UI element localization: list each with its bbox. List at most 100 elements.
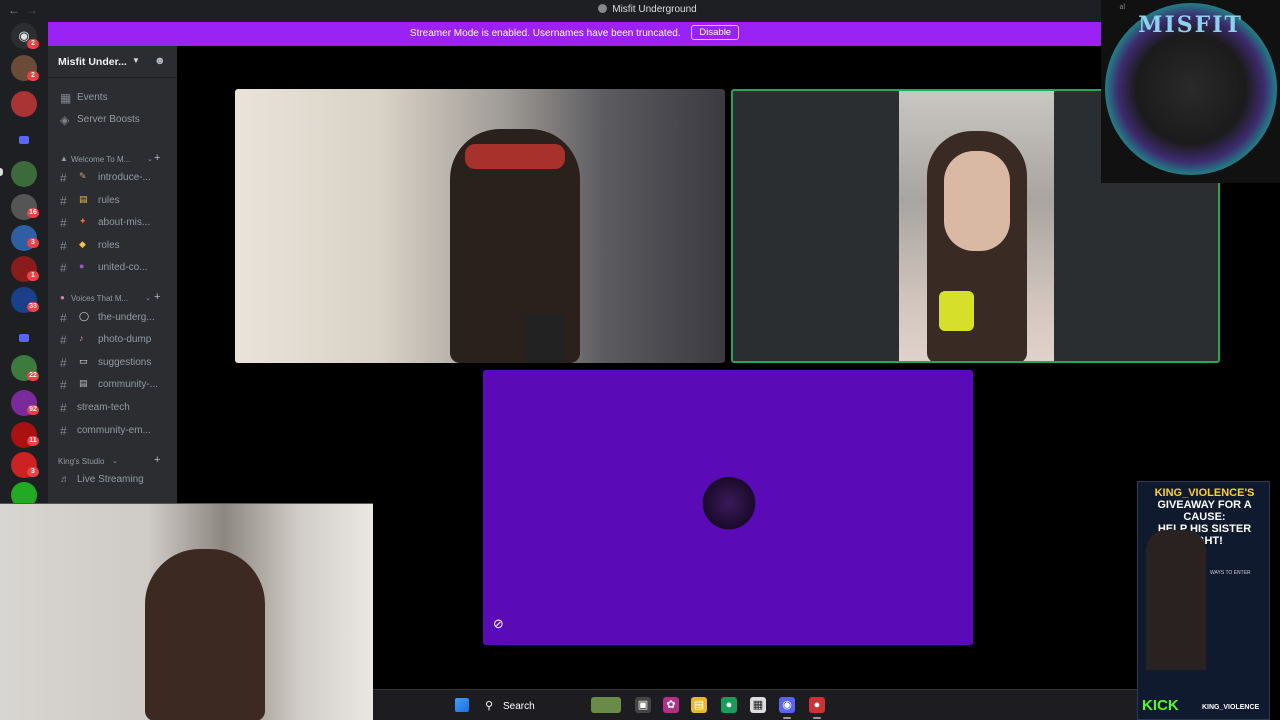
- obs-icon[interactable]: ●: [809, 697, 825, 713]
- promo-handle: KING_VIOLENCE: [1202, 704, 1260, 711]
- file-explorer-icon[interactable]: ▤: [691, 697, 707, 713]
- voice-channel-item[interactable]: ♬ Live Streaming: [48, 470, 177, 490]
- folder-icon[interactable]: [19, 334, 29, 342]
- add-user-icon[interactable]: ☻: [154, 55, 166, 67]
- bandana: [465, 144, 565, 169]
- discord-taskbar-icon[interactable]: ◉: [779, 697, 795, 713]
- video-tile-participant-1[interactable]: [235, 89, 725, 363]
- add-channel-icon[interactable]: +: [154, 291, 160, 303]
- hash-icon: #: [60, 378, 67, 392]
- unread-badge: 3: [27, 238, 39, 248]
- unread-badge: 92: [27, 405, 39, 415]
- pencil-icon: ✎: [79, 171, 87, 181]
- streamer-webcam-overlay: [0, 503, 373, 720]
- streamer-figure: [145, 549, 265, 720]
- unread-badge: 2: [27, 39, 39, 49]
- channel-item[interactable]: # ✦ about-mis...: [48, 213, 177, 233]
- hash-icon: #: [60, 216, 67, 230]
- channel-item[interactable]: # ▤ community-...: [48, 375, 177, 395]
- channel-item[interactable]: # ● united-co...: [48, 258, 177, 278]
- portrait-camera-feed: [899, 91, 1054, 361]
- unread-badge: 2: [27, 71, 39, 81]
- logo-word: MISFIT: [1138, 12, 1243, 38]
- add-channel-icon[interactable]: +: [154, 152, 160, 164]
- scroll-icon: ▤: [79, 194, 88, 204]
- brain-icon: ●: [60, 293, 65, 302]
- boost-icon: ◈: [60, 113, 70, 127]
- chevron-down-icon: ▼: [132, 56, 140, 65]
- category-kings-studio[interactable]: King's Studio ⌄ +: [48, 453, 177, 469]
- hash-icon: #: [60, 356, 67, 370]
- promo-ways: WAYS TO ENTER: [1210, 570, 1251, 576]
- channel-sidebar: Misfit Under... ▼ ☻ ▦ Events ◈ Server Bo…: [48, 46, 177, 503]
- hash-icon: #: [60, 424, 67, 438]
- windows-start-icon[interactable]: [455, 698, 469, 712]
- server-icon[interactable]: [11, 161, 37, 187]
- logo-corner-text: al: [1119, 4, 1125, 11]
- kick-logo: KICK: [1142, 697, 1179, 714]
- misfit-logo-overlay: MISFIT al: [1101, 0, 1280, 183]
- server-rail: ◉ 2 2 16 3 1 33 22 92 11 3: [0, 22, 48, 508]
- bank-icon: ▲: [60, 154, 68, 163]
- tag-icon: ◆: [79, 239, 86, 249]
- window-title: Misfit Underground: [0, 4, 1280, 15]
- server-icon: [598, 4, 608, 13]
- active-app-indicator: [783, 717, 791, 719]
- channel-item[interactable]: # community-em...: [48, 421, 177, 441]
- speaker-icon: ♬: [60, 474, 70, 485]
- selected-indicator: [0, 168, 3, 176]
- promo-person: [1146, 530, 1206, 670]
- search-icon: ⚲: [485, 700, 494, 712]
- channel-item[interactable]: # stream-tech: [48, 398, 177, 418]
- category-welcome[interactable]: ▲ Welcome To M... ⌄ +: [48, 151, 177, 167]
- calendar-icon: ▦: [60, 91, 72, 105]
- speech-bubble-icon: ◯: [79, 311, 90, 321]
- purple-circle-icon: ●: [79, 261, 85, 271]
- channel-item[interactable]: # ◆ roles: [48, 236, 177, 256]
- channel-item[interactable]: # ✎ introduce-...: [48, 168, 177, 188]
- unread-badge: 33: [27, 302, 39, 312]
- windows-taskbar: ⚲ Search ▣ ✿ ▤ ● ▦ ◉ ●: [373, 689, 1137, 720]
- unread-badge: 3: [27, 467, 39, 477]
- sidebar-item-server-boosts[interactable]: ◈ Server Boosts: [48, 110, 177, 130]
- hash-icon: #: [60, 311, 67, 325]
- task-view-icon[interactable]: ▣: [635, 697, 651, 713]
- category-voices[interactable]: ● Voices That M... ⌄ +: [48, 290, 177, 306]
- giveaway-promo-overlay: KING_VIOLENCE'S GIVEAWAY FOR A CAUSE: HE…: [1137, 481, 1270, 720]
- unread-badge: 11: [27, 436, 39, 446]
- video-tile-participant-3-avatar[interactable]: ⊘: [483, 370, 973, 645]
- channel-item[interactable]: # ◯ the-underg...: [48, 308, 177, 328]
- taskbar-search[interactable]: ⚲ Search: [479, 696, 587, 716]
- chevron-down-icon: ⌄: [112, 458, 118, 465]
- unread-badge: 16: [27, 208, 39, 218]
- channel-item[interactable]: # ▭ suggestions: [48, 353, 177, 373]
- active-app-indicator: [813, 717, 821, 719]
- chevron-down-icon: ⌄: [145, 295, 151, 302]
- add-channel-icon[interactable]: +: [154, 454, 160, 466]
- server-name: Misfit Under...: [58, 56, 127, 68]
- user-avatar: [700, 477, 758, 535]
- lightning-icon: ✦: [79, 216, 87, 226]
- edge-icon[interactable]: ●: [721, 697, 737, 713]
- channel-item[interactable]: # ♪ photo-dump: [48, 330, 177, 350]
- film-icon: ▤: [79, 378, 88, 388]
- hash-icon: #: [60, 261, 67, 275]
- server-icon[interactable]: [11, 91, 37, 117]
- banner-text: Streamer Mode is enabled. Usernames have…: [409, 28, 681, 39]
- copilot-icon[interactable]: ✿: [663, 697, 679, 713]
- channel-item[interactable]: # ▤ rules: [48, 191, 177, 211]
- store-icon[interactable]: ▦: [750, 697, 766, 713]
- streamer-mode-banner: Streamer Mode is enabled. Usernames have…: [48, 22, 1101, 46]
- disable-button[interactable]: Disable: [691, 25, 740, 40]
- participant-face: [944, 151, 1010, 251]
- yellow-object: [939, 291, 974, 331]
- widget-icon[interactable]: [591, 697, 621, 713]
- sidebar-item-events[interactable]: ▦ Events: [48, 88, 177, 108]
- chevron-down-icon: ⌄: [147, 156, 153, 163]
- muted-mic-icon: ⊘: [493, 616, 504, 631]
- hash-icon: #: [60, 171, 67, 185]
- hash-icon: #: [60, 401, 67, 415]
- folder-icon[interactable]: [19, 136, 29, 144]
- hash-icon: #: [60, 239, 67, 253]
- server-header[interactable]: Misfit Under... ▼ ☻: [48, 46, 177, 78]
